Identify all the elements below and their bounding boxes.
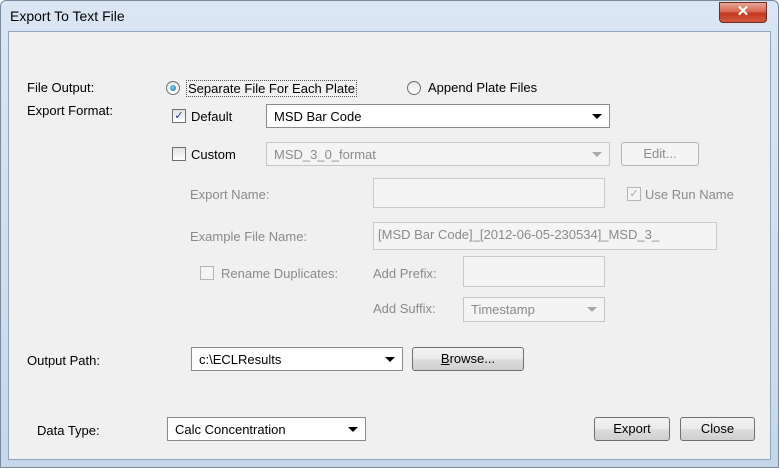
chevron-down-icon bbox=[385, 357, 395, 362]
custom-format-select[interactable]: MSD_3_0_format bbox=[266, 142, 610, 166]
dialog-body: File Output: Separate File For Each Plat… bbox=[8, 31, 771, 460]
data-type-value: Calc Concentration bbox=[175, 422, 286, 437]
add-suffix-select[interactable]: Timestamp bbox=[463, 297, 605, 322]
chevron-down-icon bbox=[348, 427, 358, 432]
export-format-label: Export Format: bbox=[27, 103, 113, 118]
close-icon: ✕ bbox=[736, 3, 750, 20]
default-checkbox[interactable]: ✓ bbox=[172, 109, 186, 123]
title-bar[interactable]: Export To Text File ✕ bbox=[1, 1, 778, 31]
file-output-label: File Output: bbox=[27, 80, 95, 95]
data-type-select[interactable]: Calc Concentration bbox=[167, 417, 366, 441]
example-file-name-label: Example File Name: bbox=[190, 229, 308, 244]
use-run-name-label: Use Run Name bbox=[645, 187, 734, 202]
add-prefix-input[interactable] bbox=[463, 256, 605, 287]
add-prefix-label: Add Prefix: bbox=[373, 266, 437, 281]
export-name-label: Export Name: bbox=[190, 187, 270, 202]
export-name-input[interactable] bbox=[373, 178, 605, 208]
data-type-label: Data Type: bbox=[37, 423, 100, 438]
default-format-value: MSD Bar Code bbox=[274, 109, 362, 124]
append-plate-files-label[interactable]: Append Plate Files bbox=[428, 80, 537, 95]
custom-checkbox[interactable] bbox=[172, 147, 186, 161]
rename-duplicates-label: Rename Duplicates: bbox=[221, 266, 339, 281]
default-format-select[interactable]: MSD Bar Code bbox=[266, 104, 610, 128]
custom-label: Custom bbox=[191, 147, 236, 162]
append-plate-files-radio[interactable] bbox=[407, 81, 421, 95]
window-close-button[interactable]: ✕ bbox=[719, 2, 767, 23]
close-button[interactable]: Close bbox=[680, 417, 755, 441]
add-suffix-label: Add Suffix: bbox=[373, 301, 436, 316]
rename-duplicates-checkbox[interactable] bbox=[200, 266, 214, 280]
export-button[interactable]: Export bbox=[594, 417, 670, 441]
edit-button[interactable]: Edit... bbox=[621, 142, 699, 166]
use-run-name-checkbox[interactable]: ✓ bbox=[627, 187, 641, 201]
window-title: Export To Text File bbox=[10, 8, 125, 24]
output-path-label: Output Path: bbox=[27, 353, 100, 368]
separate-file-label[interactable]: Separate File For Each Plate bbox=[186, 80, 357, 97]
browse-button[interactable]: Browse... bbox=[412, 347, 524, 371]
chevron-down-icon bbox=[592, 114, 602, 119]
default-label: Default bbox=[191, 109, 233, 124]
export-dialog: Export To Text File ✕ File Output: Separ… bbox=[0, 0, 779, 468]
separate-file-radio[interactable] bbox=[166, 81, 180, 95]
example-file-name-field: [MSD Bar Code]_[2012-06-05-230534]_MSD_3… bbox=[373, 222, 717, 250]
chevron-down-icon bbox=[587, 307, 597, 312]
output-path-select[interactable]: c:\ECLResults bbox=[191, 347, 403, 371]
custom-format-value: MSD_3_0_format bbox=[274, 147, 376, 162]
chevron-down-icon bbox=[592, 152, 602, 157]
output-path-value: c:\ECLResults bbox=[199, 352, 282, 367]
add-suffix-value: Timestamp bbox=[471, 302, 535, 317]
